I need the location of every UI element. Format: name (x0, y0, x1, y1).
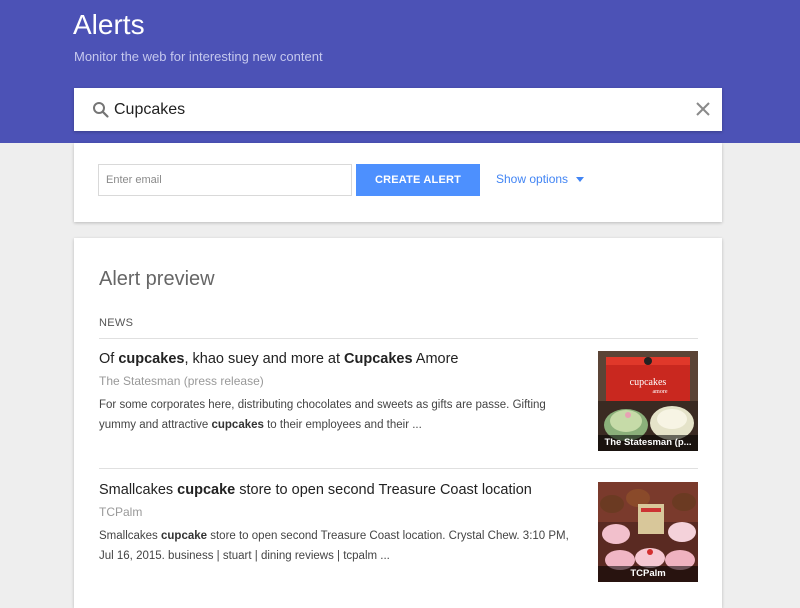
snippet-keyword: cupcake (161, 530, 208, 542)
title-keyword: Cupcakes (344, 351, 413, 367)
snippet-text: Smallcakes (99, 530, 161, 542)
divider (99, 338, 698, 339)
svg-text:amore: amore (653, 389, 668, 395)
email-field[interactable] (98, 164, 352, 196)
title-text: Of (99, 351, 119, 367)
thumbnail-caption: The Statesman (p... (598, 435, 698, 451)
news-source: The Statesman (press release) (99, 374, 264, 388)
news-item: Of cupcakes, khao suey and more at Cupca… (99, 351, 698, 451)
page-title: Alerts (73, 9, 145, 40)
alert-preview-card: Alert preview NEWS Of cupcakes, khao sue… (74, 238, 722, 608)
svg-text:cupcakes: cupcakes (630, 377, 667, 388)
search-bar (74, 88, 722, 131)
divider (99, 468, 698, 469)
create-alert-button[interactable]: CREATE ALERT (356, 164, 480, 196)
thumbnail-caption: TCPalm (598, 566, 698, 582)
news-snippet: For some corporates here, distributing c… (99, 395, 579, 435)
news-thumbnail[interactable]: cupcakes amore The Statesman (p... (598, 351, 698, 451)
news-source: TCPalm (99, 505, 143, 519)
title-text: Smallcakes (99, 482, 178, 498)
snippet-keyword: cupcakes (211, 419, 264, 431)
section-label-news: NEWS (99, 317, 134, 329)
page-subtitle: Monitor the web for interesting new cont… (74, 49, 323, 64)
create-alert-card: CREATE ALERT Show options (74, 143, 722, 222)
snippet-text: to their employees and their ... (263, 419, 422, 431)
news-title-link[interactable]: Smallcakes cupcake store to open second … (99, 482, 579, 498)
search-input[interactable] (114, 100, 674, 120)
search-icon (93, 102, 109, 118)
title-keyword: cupcake (177, 482, 236, 498)
title-text: store to open second Treasure Coast loca… (235, 482, 532, 498)
show-options-link[interactable]: Show options (496, 172, 585, 186)
news-snippet: Smallcakes cupcake store to open second … (99, 526, 579, 566)
chevron-down-icon (576, 177, 585, 182)
title-text: Amore (412, 351, 459, 367)
news-title-link[interactable]: Of cupcakes, khao suey and more at Cupca… (99, 351, 579, 367)
title-keyword: cupcakes (118, 351, 185, 367)
show-options-label: Show options (496, 172, 569, 186)
close-icon[interactable] (694, 100, 712, 118)
news-thumbnail[interactable]: TCPalm (598, 482, 698, 582)
title-text: , khao suey and more at (184, 351, 345, 367)
preview-title: Alert preview (99, 268, 215, 290)
news-item: Smallcakes cupcake store to open second … (99, 482, 698, 582)
